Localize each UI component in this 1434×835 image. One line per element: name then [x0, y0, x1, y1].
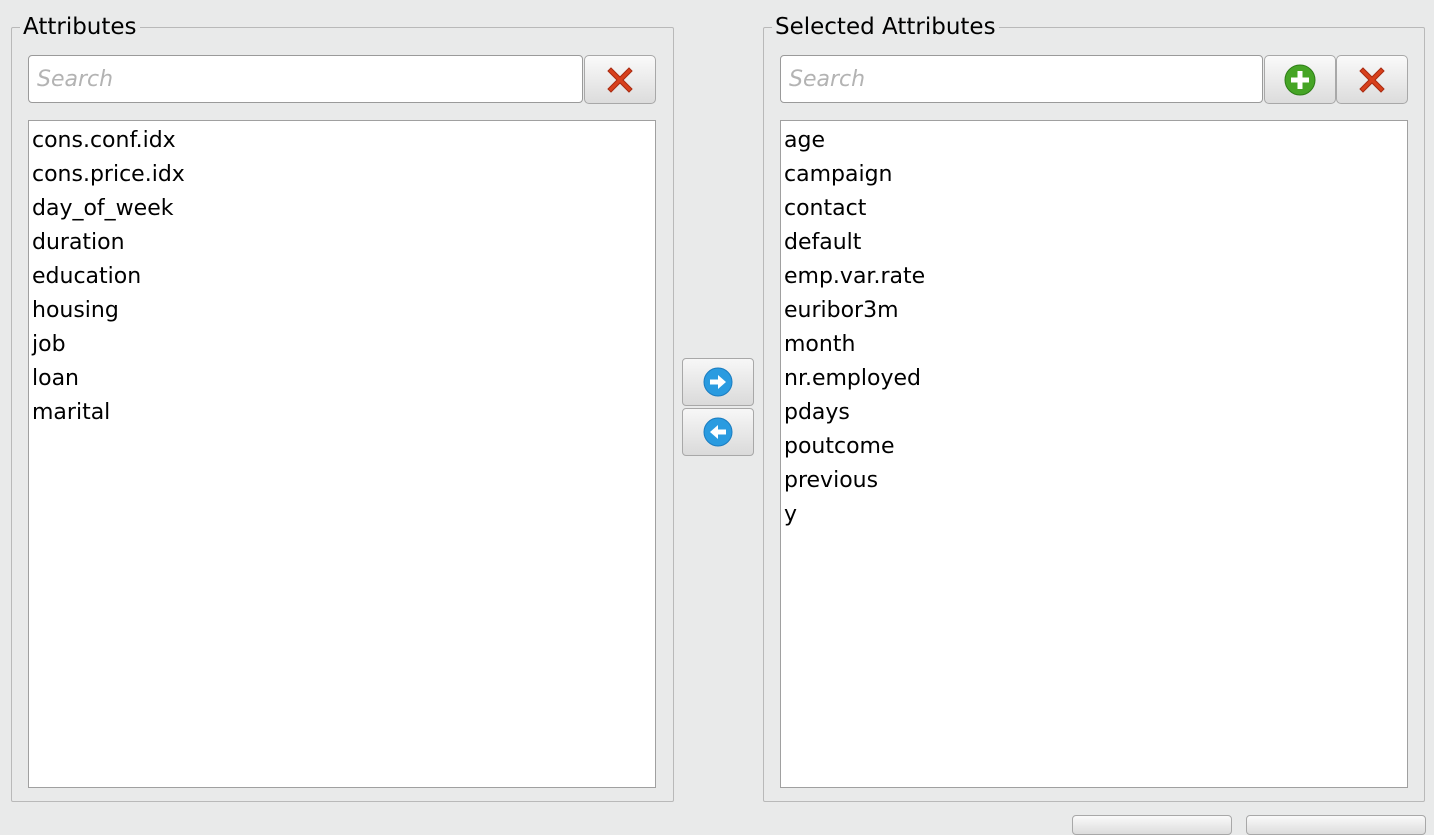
list-item[interactable]: emp.var.rate — [781, 260, 1407, 294]
list-item[interactable]: previous — [781, 464, 1407, 498]
list-item[interactable]: age — [781, 124, 1407, 158]
selected-attributes-clear-button[interactable] — [1336, 55, 1408, 104]
attributes-group-title: Attributes — [20, 13, 140, 41]
list-item[interactable]: loan — [29, 362, 655, 396]
selected-attributes-group-title: Selected Attributes — [772, 13, 999, 41]
selected-attributes-search-input[interactable] — [780, 55, 1263, 103]
list-item[interactable]: job — [29, 328, 655, 362]
list-item[interactable]: day_of_week — [29, 192, 655, 226]
close-x-icon — [1359, 66, 1385, 93]
attributes-clear-button[interactable] — [584, 55, 656, 104]
move-left-button[interactable] — [682, 408, 754, 456]
list-item[interactable]: education — [29, 260, 655, 294]
list-item[interactable]: y — [781, 498, 1407, 532]
list-item[interactable]: duration — [29, 226, 655, 260]
selected-attributes-list[interactable]: age campaign contact default emp.var.rat… — [780, 120, 1408, 788]
add-attribute-button[interactable] — [1264, 55, 1336, 104]
list-item[interactable]: default — [781, 226, 1407, 260]
list-item[interactable]: marital — [29, 396, 655, 430]
dialog-button-partial[interactable] — [1072, 815, 1232, 835]
attributes-search-input[interactable] — [28, 55, 583, 103]
plus-icon — [1284, 64, 1316, 95]
attributes-list[interactable]: cons.conf.idx cons.price.idx day_of_week… — [28, 120, 656, 788]
move-right-button[interactable] — [682, 358, 754, 406]
list-item[interactable]: campaign — [781, 158, 1407, 192]
list-item[interactable]: cons.price.idx — [29, 158, 655, 192]
list-item[interactable]: euribor3m — [781, 294, 1407, 328]
list-item[interactable]: contact — [781, 192, 1407, 226]
list-item[interactable]: pdays — [781, 396, 1407, 430]
arrow-right-icon — [703, 367, 733, 397]
list-item[interactable]: month — [781, 328, 1407, 362]
dialog-button-partial[interactable] — [1246, 815, 1426, 835]
list-item[interactable]: housing — [29, 294, 655, 328]
list-item[interactable]: nr.employed — [781, 362, 1407, 396]
list-item[interactable]: poutcome — [781, 430, 1407, 464]
list-item[interactable]: cons.conf.idx — [29, 124, 655, 158]
arrow-left-icon — [703, 417, 733, 447]
close-x-icon — [607, 66, 633, 93]
